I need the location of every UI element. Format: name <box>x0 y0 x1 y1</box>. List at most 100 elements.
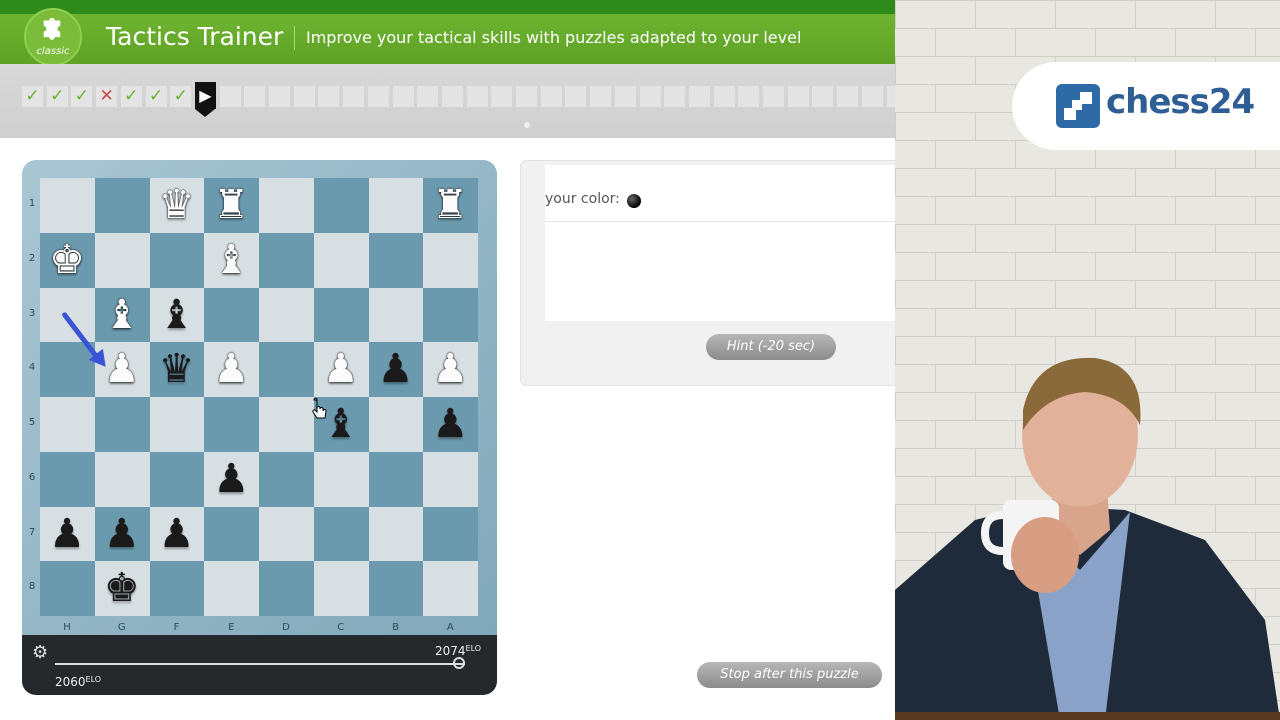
brick-joint <box>1015 308 1016 336</box>
black-pawn-piece[interactable]: ♟ <box>369 342 423 396</box>
board-square[interactable] <box>368 232 424 288</box>
brick-joint <box>895 168 896 196</box>
check-icon: ✓ <box>148 86 164 106</box>
board-square[interactable] <box>313 506 369 562</box>
tactics-classic-logo[interactable]: classic <box>24 8 82 66</box>
board-square[interactable] <box>313 561 369 616</box>
board-square[interactable] <box>40 397 95 452</box>
board-square[interactable] <box>94 397 150 452</box>
board-square[interactable] <box>149 561 205 616</box>
black-pawn-piece[interactable]: ♟ <box>423 397 477 451</box>
brick-joint <box>1055 224 1056 252</box>
chessboard-container: ♛ ♜ ♜ ♚ ♝ ♝ ♝ ♟ ♛ ♟ ♟ ♟ ♟ ♝ ♟ ♟ ♟ ♟ ♟ ♚ 12345678HGFEDCBA ⚙ … <box>22 160 497 695</box>
progress-cell <box>713 86 735 107</box>
board-square[interactable] <box>368 397 424 452</box>
board-square[interactable] <box>368 506 424 562</box>
board-square[interactable] <box>40 342 95 397</box>
white-pawn-piece[interactable]: ♟ <box>314 342 368 396</box>
board-square[interactable] <box>259 451 314 507</box>
white-rook-piece[interactable]: ♜ <box>423 178 477 232</box>
board-square[interactable] <box>259 506 314 562</box>
white-king-piece[interactable]: ♚ <box>40 233 94 287</box>
board-square[interactable] <box>149 451 205 507</box>
chessboard[interactable]: ♛ ♜ ♜ ♚ ♝ ♝ ♝ ♟ ♛ ♟ ♟ ♟ ♟ ♝ ♟ ♟ ♟ ♟ ♟ ♚ <box>40 178 478 616</box>
board-square[interactable] <box>368 287 424 343</box>
elo-suffix: ELO <box>85 675 102 684</box>
stop-after-puzzle-button[interactable]: Stop after this puzzle <box>697 662 882 688</box>
board-square[interactable] <box>313 287 369 343</box>
board-square[interactable] <box>149 397 205 452</box>
brick-line <box>895 308 1280 309</box>
puzzle-progress-bar: ✓ ✓ ✓ ✕ ✓ ✓ ✓ ▶ <box>0 64 908 138</box>
progress-pager-dot[interactable] <box>524 122 530 128</box>
black-pawn-piece[interactable]: ♟ <box>150 507 204 561</box>
progress-cell <box>861 86 883 107</box>
gear-icon[interactable]: ⚙ <box>32 642 48 663</box>
board-square[interactable] <box>40 451 95 507</box>
progress-cell <box>491 86 513 107</box>
brick-joint <box>935 196 936 224</box>
board-square[interactable] <box>423 287 478 343</box>
black-pawn-piece[interactable]: ♟ <box>40 507 94 561</box>
black-king-piece[interactable]: ♚ <box>95 561 149 615</box>
board-square[interactable] <box>94 451 150 507</box>
progress-cell <box>293 86 315 107</box>
board-square[interactable] <box>313 451 369 507</box>
board-square[interactable] <box>259 397 314 452</box>
brick-joint <box>1255 252 1256 280</box>
board-square[interactable] <box>40 561 95 616</box>
board-square[interactable] <box>368 178 424 233</box>
white-bishop-piece[interactable]: ♝ <box>204 233 258 287</box>
white-pawn-piece[interactable]: ♟ <box>204 342 258 396</box>
hint-button[interactable]: Hint (-20 sec) <box>706 334 836 360</box>
white-pawn-piece[interactable]: ♟ <box>423 342 477 396</box>
board-square[interactable] <box>313 232 369 288</box>
progress-cell <box>688 86 710 107</box>
puzzle-info-panel: your color: Hint (-20 sec) <box>520 160 905 386</box>
progress-cell <box>664 86 686 107</box>
board-square[interactable] <box>423 506 478 562</box>
board-square[interactable] <box>204 287 259 343</box>
brick-joint <box>1215 168 1216 196</box>
board-square[interactable] <box>259 342 314 397</box>
board-square[interactable] <box>204 561 259 616</box>
board-square[interactable] <box>149 232 205 288</box>
black-bishop-piece[interactable]: ♝ <box>150 288 204 342</box>
white-rook-piece[interactable]: ♜ <box>204 178 258 232</box>
board-square[interactable] <box>259 287 314 343</box>
black-pawn-piece[interactable]: ♟ <box>95 507 149 561</box>
board-square[interactable] <box>259 232 314 288</box>
rating-slider-knob[interactable] <box>453 657 465 669</box>
board-square[interactable] <box>313 178 369 233</box>
board-square[interactable] <box>259 178 314 233</box>
brick-joint <box>935 84 936 112</box>
board-square[interactable] <box>94 232 150 288</box>
panel-divider <box>545 221 905 222</box>
brick-joint <box>1215 280 1216 308</box>
board-square[interactable] <box>259 561 314 616</box>
board-square[interactable] <box>40 178 95 233</box>
board-square[interactable] <box>40 287 95 343</box>
white-queen-piece[interactable]: ♛ <box>150 178 204 232</box>
board-square[interactable] <box>368 561 424 616</box>
board-square[interactable] <box>94 178 150 233</box>
board-square[interactable] <box>423 561 478 616</box>
brick-joint <box>1135 168 1136 196</box>
check-icon: ✓ <box>124 86 139 106</box>
black-pawn-piece[interactable]: ♟ <box>204 452 258 506</box>
board-square[interactable] <box>368 451 424 507</box>
progress-cell: ✓ <box>170 86 192 107</box>
board-square[interactable] <box>423 451 478 507</box>
progress-cell: ✓ <box>46 86 68 107</box>
cross-icon: ✕ <box>99 86 114 106</box>
file-label: A <box>446 622 454 633</box>
black-queen-piece[interactable]: ♛ <box>150 342 204 396</box>
board-square[interactable] <box>204 397 259 452</box>
brick-joint <box>975 168 976 196</box>
brick-joint <box>1095 196 1096 224</box>
white-pawn-piece[interactable]: ♟ <box>95 342 149 396</box>
white-bishop-piece[interactable]: ♝ <box>95 288 149 342</box>
board-square[interactable] <box>423 232 478 288</box>
board-square[interactable] <box>204 506 259 562</box>
rank-label: 4 <box>28 362 36 374</box>
